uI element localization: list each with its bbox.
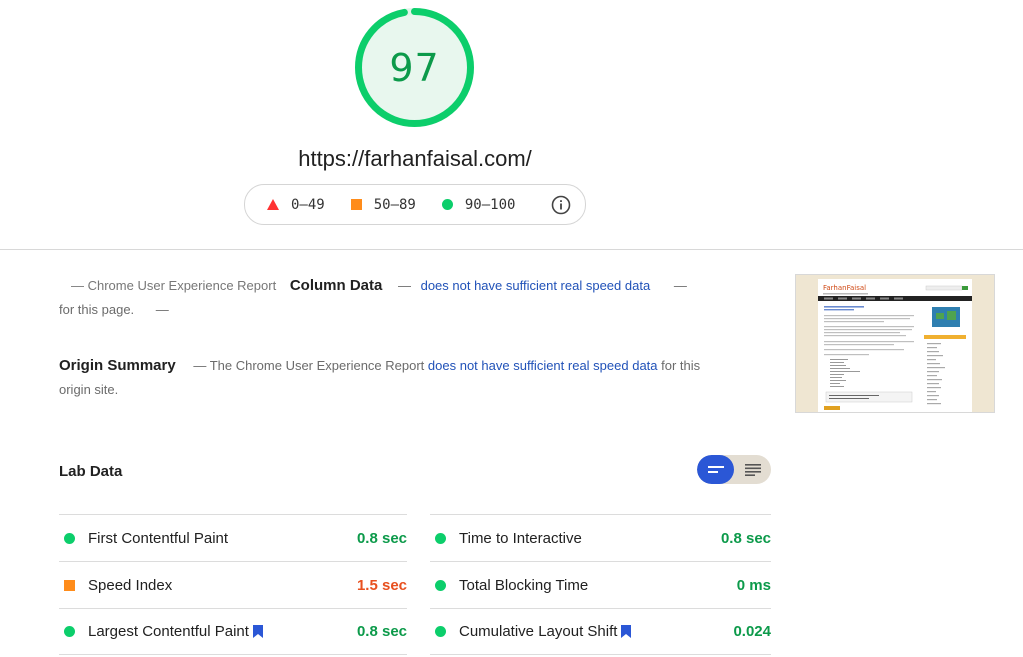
core-web-vital-bookmark-icon xyxy=(252,625,263,638)
field-sep2: — xyxy=(673,278,687,293)
field-data-section: — Chrome User Experience Report Column D… xyxy=(59,274,729,322)
pass-circle-icon xyxy=(435,579,446,591)
metric-total-blocking-time: Total Blocking Time 0 ms xyxy=(430,561,771,608)
pass-circle-icon xyxy=(64,626,75,637)
field-insufficient-data-link[interactable]: does not have sufficient real speed data xyxy=(421,278,651,293)
screenshot-image: FarhanFaisal xyxy=(796,275,994,412)
metrics-view-toggle[interactable] xyxy=(697,455,771,484)
field-prefix-text: — Chrome User Experience Report xyxy=(71,278,277,293)
field-sep: — xyxy=(397,278,411,293)
metric-name: Time to Interactive xyxy=(459,530,721,547)
legend-pass-range: 90–100 xyxy=(464,196,516,213)
tested-url: https://farhanfaisal.com/ xyxy=(298,146,532,171)
average-square-icon xyxy=(350,199,362,210)
origin-insufficient-data-link[interactable]: does not have sufficient real speed data xyxy=(428,358,658,373)
origin-prefix-text: — The Chrome User Experience Report xyxy=(193,358,425,373)
metric-value: 0 ms xyxy=(736,576,771,594)
legend-fail: 0–49 xyxy=(267,197,325,213)
pass-circle-icon xyxy=(435,626,446,637)
origin-summary-heading: Origin Summary xyxy=(59,357,176,374)
field-sep3: — xyxy=(155,302,169,317)
legend-average-range: 50–89 xyxy=(373,196,416,213)
field-data-heading: Column Data xyxy=(289,277,383,294)
performance-score-gauge: 97 xyxy=(354,7,475,128)
lab-data-heading: Lab Data xyxy=(59,463,123,480)
section-divider xyxy=(0,249,1023,250)
metric-first-contentful-paint: First Contentful Paint 0.8 sec xyxy=(59,514,407,561)
metric-value: 0.8 sec xyxy=(356,529,407,547)
compact-view-icon xyxy=(707,465,724,473)
metric-time-to-interactive: Time to Interactive 0.8 sec xyxy=(430,514,771,561)
metric-largest-contentful-paint: Largest Contentful Paint 0.8 sec xyxy=(59,608,407,655)
pass-circle-icon xyxy=(441,199,453,210)
metric-name: Speed Index xyxy=(88,577,357,594)
metric-name: Largest Contentful Paint xyxy=(88,623,357,640)
average-square-icon xyxy=(64,579,75,591)
metric-speed-index: Speed Index 1.5 sec xyxy=(59,561,407,608)
metric-value: 0.8 sec xyxy=(720,529,771,547)
metric-value: 0.8 sec xyxy=(356,623,407,640)
core-web-vital-bookmark-icon xyxy=(621,625,632,638)
pass-circle-icon xyxy=(435,532,446,544)
metric-value: 1.5 sec xyxy=(356,576,407,594)
performance-score: 97 xyxy=(389,45,440,90)
page-screenshot-thumbnail: FarhanFaisal xyxy=(795,274,995,413)
metric-label: Time to Interactive xyxy=(459,529,582,547)
metric-name: Total Blocking Time xyxy=(459,577,737,594)
metric-name: First Contentful Paint xyxy=(88,530,357,547)
compact-view-button[interactable] xyxy=(697,455,734,484)
field-suffix-text: for this page. xyxy=(59,302,135,317)
expanded-view-icon xyxy=(744,463,761,476)
metric-label: Largest Contentful Paint xyxy=(88,623,249,640)
lab-metrics-left: First Contentful Paint 0.8 sec Speed Ind… xyxy=(59,514,407,655)
metric-value: 0.024 xyxy=(733,623,771,640)
score-legend: 0–49 50–89 90–100 xyxy=(244,184,586,225)
lab-metrics-right: Time to Interactive 0.8 sec Total Blocki… xyxy=(430,514,771,655)
origin-summary-section: Origin Summary — The Chrome User Experie… xyxy=(59,354,729,402)
pass-circle-icon xyxy=(64,532,75,544)
fail-triangle-icon xyxy=(267,199,279,210)
expanded-view-button[interactable] xyxy=(734,455,771,484)
metric-cumulative-layout-shift: Cumulative Layout Shift 0.024 xyxy=(430,608,771,655)
metric-name: Cumulative Layout Shift xyxy=(459,623,733,640)
screenshot-site-name: FarhanFaisal xyxy=(823,284,866,292)
metric-label: Speed Index xyxy=(88,576,173,594)
legend-average: 50–89 xyxy=(350,196,416,213)
legend-fail-range: 0–49 xyxy=(291,196,325,213)
metric-label: First Contentful Paint xyxy=(88,529,229,547)
legend-pass: 90–100 xyxy=(441,196,516,213)
metric-label: Total Blocking Time xyxy=(459,576,589,594)
metric-label: Cumulative Layout Shift xyxy=(459,623,618,640)
info-icon[interactable] xyxy=(551,195,571,215)
